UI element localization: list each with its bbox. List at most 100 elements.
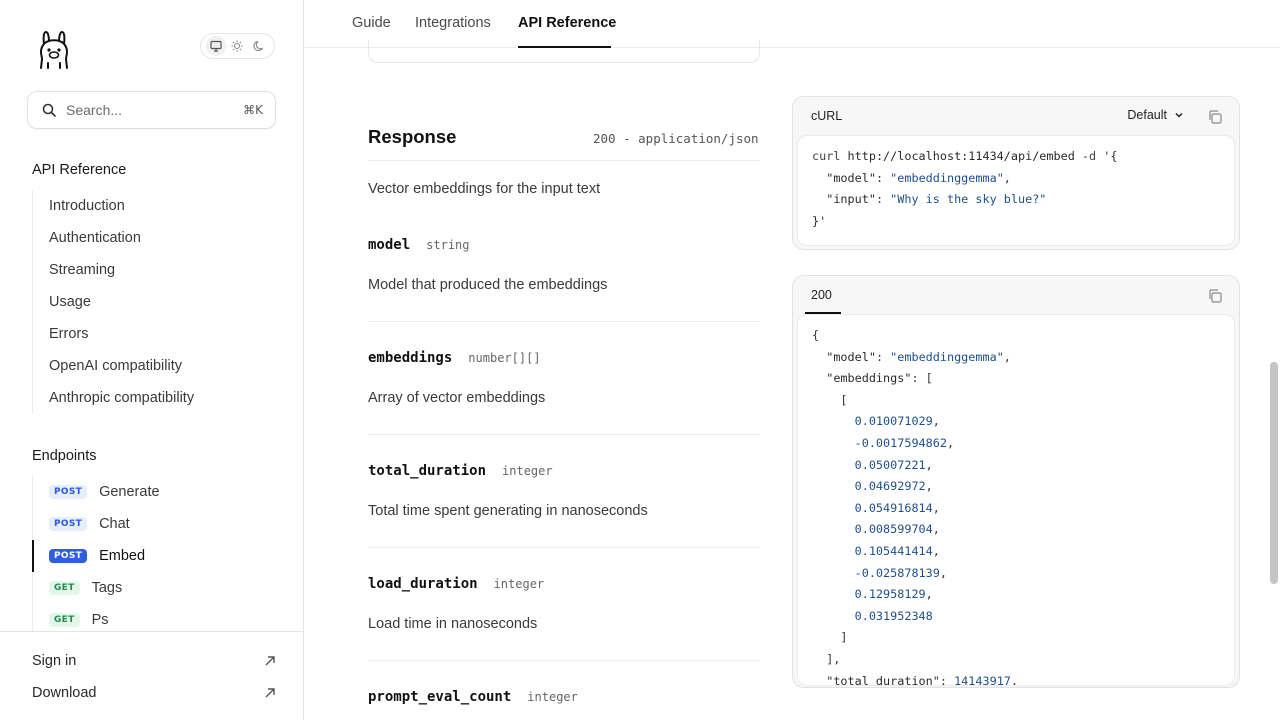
response-code: { "model": "embeddinggemma", "embeddings…	[812, 328, 1019, 686]
ollama-logo-icon[interactable]	[36, 30, 72, 70]
field-type: integer	[493, 577, 545, 591]
field-embeddings: embeddings number[][]	[368, 350, 541, 366]
sidebar-item-openai-compatibility[interactable]: OpenAI compatibility	[33, 350, 276, 382]
embedding-value: 0.031952348	[854, 608, 933, 623]
embedding-value: 0.05007221	[854, 457, 926, 472]
method-badge: GET	[49, 613, 80, 627]
response-title: Response	[368, 126, 457, 147]
sidebar-footer: Sign in Download	[0, 631, 303, 720]
method-badge: GET	[49, 581, 80, 595]
sidebar-item-generate[interactable]: POST Generate	[33, 476, 276, 508]
embedding-value: -0.025878139	[854, 565, 940, 580]
copy-icon[interactable]	[1207, 109, 1223, 125]
sidebar: Search... ⌘K API Reference Introduction …	[0, 0, 304, 720]
sign-in-link[interactable]: Sign in	[32, 649, 276, 673]
sidebar-item-streaming[interactable]: Streaming	[33, 254, 276, 286]
search-shortcut: ⌘K	[243, 103, 263, 117]
request-code: curl http://localhost:11434/api/embed -d…	[812, 149, 1118, 228]
scrollbar-thumb[interactable]	[1270, 362, 1278, 584]
field-description: Load time in nanoseconds	[368, 616, 538, 632]
section-title-api-reference: API Reference	[32, 162, 127, 178]
sidebar-item-label: Chat	[99, 516, 130, 532]
divider	[368, 160, 760, 161]
sidebar-item-label: Embed	[99, 548, 146, 564]
external-link-icon	[265, 688, 275, 698]
field-type: integer	[527, 690, 578, 704]
embedding-value: 0.105441414	[854, 543, 933, 558]
previous-section-card	[368, 40, 760, 63]
method-badge: POST	[49, 549, 88, 563]
external-link-icon	[265, 656, 275, 666]
embedding-value: 0.008599704	[854, 522, 933, 537]
tab-guide[interactable]: Guide	[352, 15, 391, 31]
language-dropdown[interactable]: Default	[1127, 108, 1185, 122]
sidebar-item-label: Tags	[91, 580, 123, 596]
dark-theme-icon[interactable]	[249, 36, 269, 56]
tab-api-reference[interactable]: API Reference	[518, 15, 616, 31]
sidebar-item-label: Ps	[91, 612, 109, 628]
light-theme-icon[interactable]	[227, 36, 247, 56]
sidebar-item-errors[interactable]: Errors	[33, 318, 276, 350]
section-title-endpoints: Endpoints	[32, 448, 97, 464]
panel-title: cURL	[811, 109, 843, 123]
field-model: model string	[368, 237, 470, 253]
status-tab-200[interactable]: 200	[811, 288, 832, 302]
divider	[368, 434, 760, 435]
field-description: Array of vector embeddings	[368, 390, 546, 406]
sidebar-item-label: Usage	[49, 294, 91, 310]
field-name: load_duration	[368, 576, 478, 592]
download-label: Download	[32, 685, 97, 701]
field-name: model	[368, 237, 411, 253]
field-type: integer	[502, 464, 553, 478]
sidebar-item-introduction[interactable]: Introduction	[33, 190, 276, 222]
sidebar-item-anthropic-compatibility[interactable]: Anthropic compatibility	[33, 382, 276, 414]
embedding-value: 0.010071029	[854, 414, 933, 429]
request-code-panel: cURL Default curl http://localhost:11434…	[792, 96, 1240, 250]
chevron-down-icon	[1175, 112, 1183, 118]
search-input[interactable]: Search... ⌘K	[27, 91, 276, 129]
search-placeholder: Search...	[66, 102, 123, 118]
sidebar-item-embed[interactable]: POST Embed	[32, 540, 276, 572]
dropdown-value: Default	[1127, 108, 1167, 122]
nav-group-api-reference: Introduction Authentication Streaming Us…	[32, 190, 276, 414]
sidebar-item-chat[interactable]: POST Chat	[33, 508, 276, 540]
sidebar-item-label: Generate	[99, 484, 160, 500]
response-code-body: { "model": "embeddinggemma", "embeddings…	[797, 314, 1235, 686]
embedding-value: 0.12958129	[854, 587, 926, 602]
method-badge: POST	[49, 517, 88, 531]
panel-header: 200	[793, 276, 1239, 314]
divider	[368, 321, 760, 322]
copy-icon[interactable]	[1207, 288, 1223, 304]
method-badge: POST	[49, 485, 88, 499]
response-code-panel: 200 { "model": "embeddinggemma", "embedd…	[792, 275, 1240, 688]
field-description: Model that produced the embeddings	[368, 277, 608, 293]
system-theme-icon[interactable]	[205, 36, 226, 56]
sidebar-item-label: OpenAI compatibility	[49, 358, 182, 374]
divider	[368, 660, 760, 661]
sidebar-item-label: Streaming	[49, 262, 116, 278]
sidebar-item-label: Errors	[49, 326, 89, 342]
tab-integrations[interactable]: Integrations	[415, 15, 491, 31]
sign-in-label: Sign in	[32, 653, 77, 669]
sidebar-item-usage[interactable]: Usage	[33, 286, 276, 318]
embedding-value: 0.04692972	[854, 479, 926, 494]
field-type: string	[426, 238, 470, 252]
sidebar-item-authentication[interactable]: Authentication	[33, 222, 276, 254]
nav-group-endpoints: POST Generate POST Chat POST Embed GET Tags …	[32, 476, 276, 636]
embedding-value: -0.0017594862	[854, 435, 947, 450]
request-code-body: curl http://localhost:11434/api/embed -d…	[797, 135, 1235, 246]
field-prompt-eval-count: prompt_eval_count integer	[368, 689, 578, 705]
field-name: prompt_eval_count	[368, 689, 512, 705]
embedding-value: 0.054916814	[854, 500, 933, 515]
sidebar-item-label: Introduction	[49, 198, 125, 214]
theme-toggle	[200, 33, 275, 59]
field-total-duration: total_duration integer	[368, 463, 553, 479]
field-type: number[][]	[468, 351, 541, 365]
sidebar-item-tags[interactable]: GET Tags	[33, 572, 276, 604]
divider	[368, 547, 760, 548]
response-description: Vector embeddings for the input text	[368, 181, 601, 197]
sidebar-item-label: Anthropic compatibility	[49, 390, 195, 406]
response-meta: 200 - application/json	[593, 131, 759, 146]
field-description: Total time spent generating in nanosecon…	[368, 503, 648, 519]
download-link[interactable]: Download	[32, 681, 276, 705]
